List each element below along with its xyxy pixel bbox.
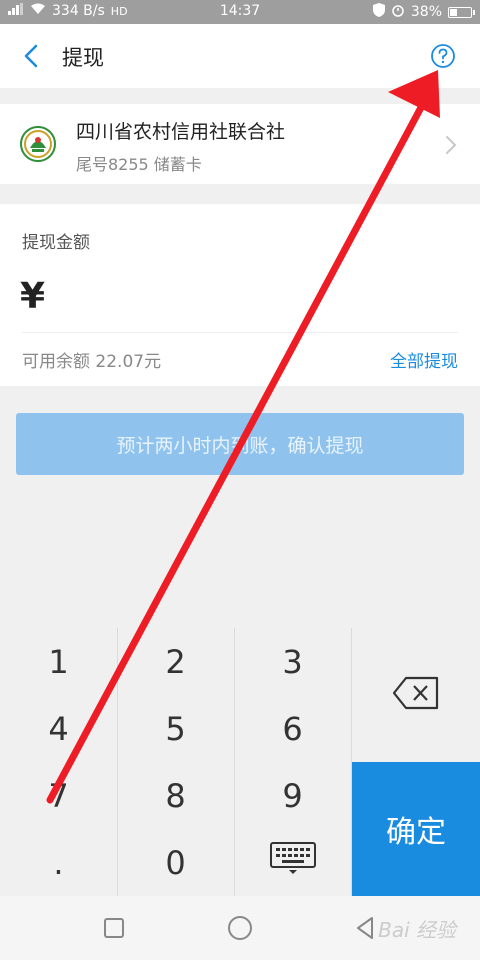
key-3[interactable]: 3: [234, 628, 351, 695]
currency-symbol[interactable]: ¥: [20, 276, 45, 317]
backspace-icon: [392, 676, 440, 714]
bank-logo-icon: [20, 126, 56, 162]
withdraw-all-link[interactable]: 全部提现: [390, 347, 458, 372]
header: 提现: [0, 24, 480, 88]
key-0[interactable]: 0: [117, 829, 234, 896]
numeric-keypad: 1 2 3 4 5 6 7 8 9 . 0 确定: [0, 628, 480, 896]
system-nav-bar: Bai 经验: [0, 896, 480, 960]
key-4[interactable]: 4: [0, 695, 117, 762]
help-icon[interactable]: [430, 43, 456, 69]
key-2[interactable]: 2: [117, 628, 234, 695]
page-title: 提现: [62, 46, 104, 70]
ok-button[interactable]: 确定: [352, 762, 480, 896]
divider: [22, 332, 458, 333]
key-dot[interactable]: .: [0, 829, 117, 896]
alarm-icon: [391, 3, 405, 21]
hide-keyboard-button[interactable]: [234, 829, 351, 896]
chevron-right-icon: [444, 134, 458, 156]
amount-label: 提现金额: [22, 233, 90, 253]
recent-apps-icon[interactable]: [100, 914, 128, 942]
watermark: Bai 经验: [378, 918, 456, 942]
back-nav-icon[interactable]: [352, 914, 380, 942]
key-7[interactable]: 7: [0, 762, 117, 829]
key-8[interactable]: 8: [117, 762, 234, 829]
available-balance: 可用余额 22.07元: [22, 352, 162, 372]
bank-card-selector[interactable]: 四川省农村信用社联合社 尾号8255 储蓄卡: [0, 104, 480, 184]
key-5[interactable]: 5: [117, 695, 234, 762]
status-bar: 334 B/s HD 14:37 38%: [0, 0, 480, 24]
bank-name: 四川省农村信用社联合社: [76, 121, 286, 143]
home-icon[interactable]: [226, 914, 254, 942]
amount-section: 提现金额 ¥ 可用余额 22.07元 全部提现: [0, 204, 480, 386]
backspace-button[interactable]: [352, 628, 480, 762]
key-1[interactable]: 1: [0, 628, 117, 695]
confirm-withdraw-button[interactable]: 预计两小时内到账，确认提现: [16, 413, 464, 475]
back-icon[interactable]: [20, 42, 46, 70]
key-9[interactable]: 9: [234, 762, 351, 829]
battery-percent: 38%: [410, 4, 442, 20]
keyboard-icon: [269, 841, 316, 884]
key-6[interactable]: 6: [234, 695, 351, 762]
battery-icon: [448, 6, 475, 18]
bank-card-info: 尾号8255 储蓄卡: [76, 155, 202, 174]
shield-icon: [372, 3, 385, 21]
